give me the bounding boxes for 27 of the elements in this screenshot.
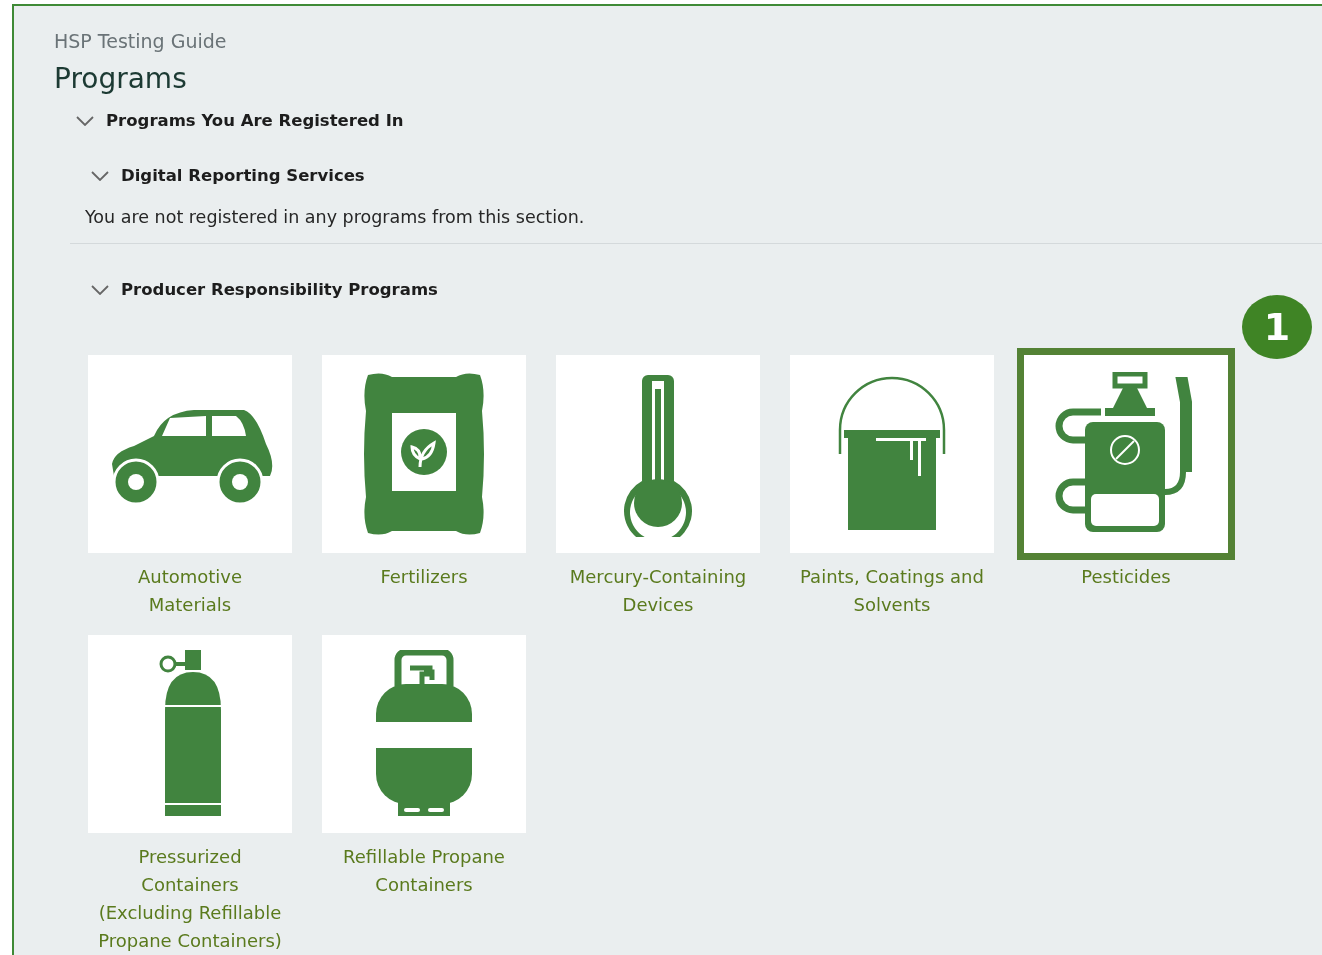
program-tile[interactable] — [322, 635, 526, 833]
program-link[interactable]: Pesticides — [1031, 563, 1221, 591]
program-tile[interactable] — [1017, 348, 1235, 560]
step-badge: 1 — [1242, 295, 1312, 359]
program-link[interactable]: Mercury-Containing Devices — [563, 563, 753, 619]
program-tile[interactable] — [556, 355, 760, 553]
page-title: Programs — [54, 62, 188, 95]
program-link[interactable]: Fertilizers — [329, 563, 519, 591]
chevron-down-icon — [91, 284, 109, 295]
program-link[interactable]: Paints, Coatings and Solvents — [797, 563, 987, 619]
program-link[interactable]: Pressurized Containers (Excluding Refillable Propane Containers) — [95, 843, 285, 955]
breadcrumb: HSP Testing Guide — [54, 30, 228, 52]
program-link[interactable]: Automotive Materials — [95, 563, 285, 619]
propane-tank-icon — [374, 650, 474, 818]
fertilizer-bag-icon — [362, 371, 486, 537]
section-header[interactable]: Producer Responsibility Programs — [91, 280, 438, 299]
program-tile[interactable] — [790, 355, 994, 553]
program-tile[interactable] — [88, 635, 292, 833]
chevron-down-icon — [76, 115, 94, 126]
program-link[interactable]: Refillable Propane Containers — [329, 843, 519, 899]
section-header[interactable]: Programs You Are Registered In — [76, 111, 404, 130]
empty-message: You are not registered in any programs from this section. — [85, 207, 586, 227]
gas-cylinder-icon — [157, 650, 223, 818]
program-tile[interactable] — [88, 355, 292, 553]
section-header[interactable]: Digital Reporting Services — [91, 166, 365, 185]
chevron-down-icon — [91, 170, 109, 181]
program-tile[interactable] — [322, 355, 526, 553]
